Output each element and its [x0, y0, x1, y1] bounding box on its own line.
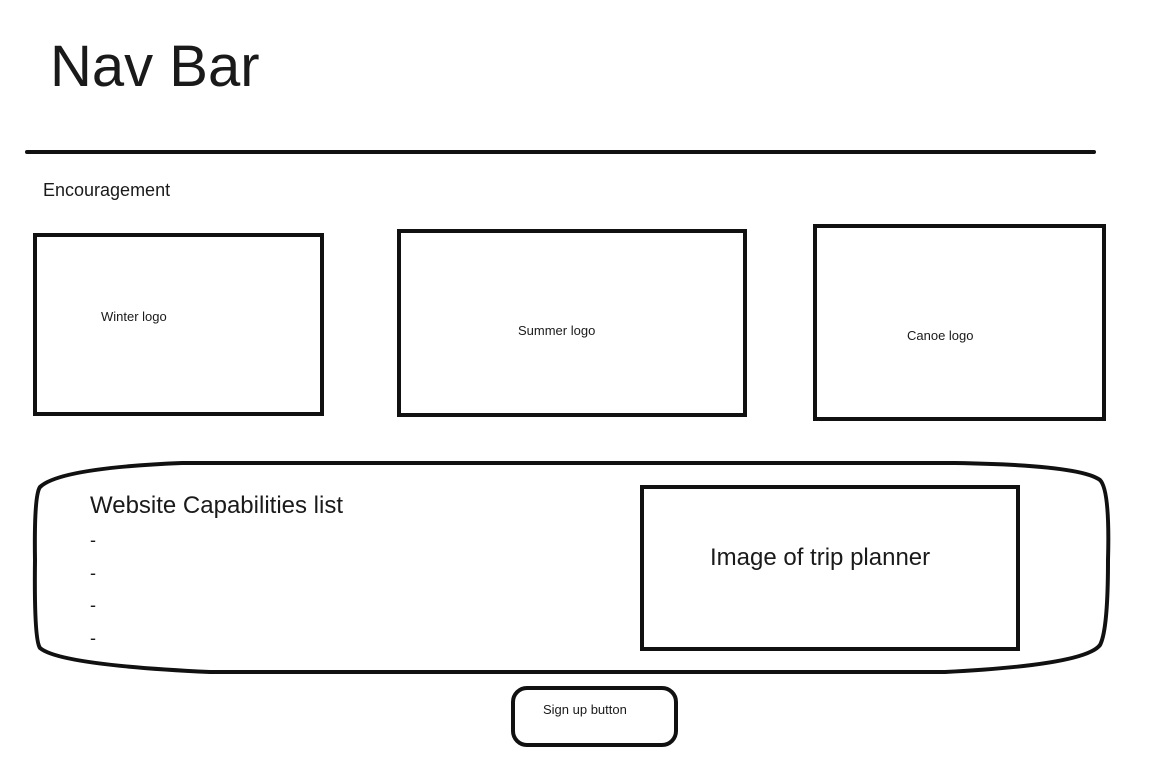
sign-up-button[interactable]: Sign up button [511, 686, 678, 747]
sign-up-button-label: Sign up button [543, 702, 627, 717]
capabilities-container [32, 461, 1111, 674]
capability-item: - [90, 530, 96, 550]
capabilities-list: - - - - [90, 524, 96, 654]
capability-item: - [90, 627, 96, 648]
trip-planner-image-box: Image of trip planner [640, 485, 1020, 651]
capabilities-title: Website Capabilities list [90, 492, 343, 519]
capability-item: - [90, 562, 96, 583]
trip-planner-image-label: Image of trip planner [710, 544, 931, 571]
capability-item: - [90, 595, 96, 615]
